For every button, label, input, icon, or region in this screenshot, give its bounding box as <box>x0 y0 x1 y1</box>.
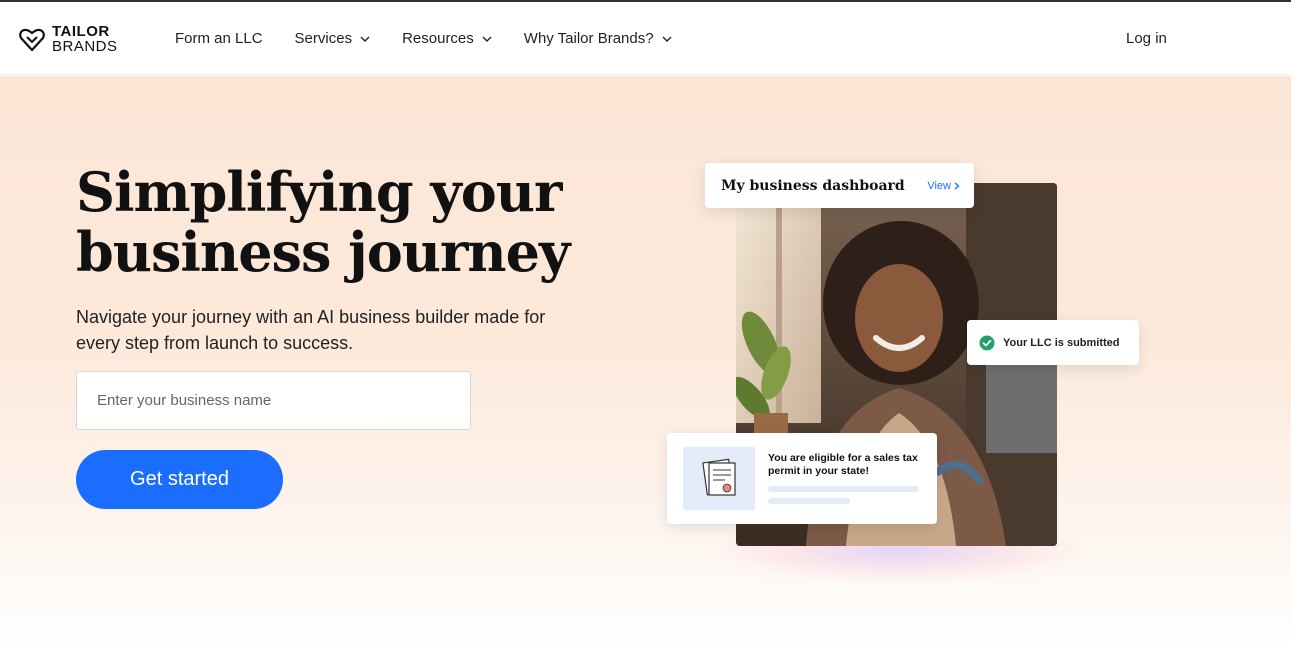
llc-status-text: Your LLC is submitted <box>1003 336 1120 349</box>
main-nav: Form an LLC Services Resources Why Tailo… <box>175 2 672 75</box>
chevron-right-icon <box>954 182 960 189</box>
dashboard-card: My business dashboard View <box>705 163 974 208</box>
nav-label: Services <box>294 30 353 47</box>
heart-logo-icon <box>19 28 45 52</box>
dashboard-title: My business dashboard <box>721 177 905 194</box>
dashboard-view-link[interactable]: View <box>927 180 960 192</box>
tax-permit-card: You are eligible for a sales tax permit … <box>667 433 937 524</box>
get-started-button[interactable]: Get started <box>76 450 283 509</box>
chevron-down-icon <box>360 36 370 42</box>
hero-title: Simplifying your business journey <box>76 162 636 282</box>
tax-permit-text: You are eligible for a sales tax permit … <box>768 452 918 477</box>
chevron-down-icon <box>482 36 492 42</box>
llc-status-card: Your LLC is submitted <box>967 320 1139 365</box>
brand-logo[interactable]: TAILOR BRANDS <box>18 24 118 54</box>
certificate-icon-box <box>683 447 755 510</box>
placeholder-bar <box>768 498 850 504</box>
nav-item-resources[interactable]: Resources <box>402 30 492 47</box>
brand-line1: TAILOR <box>52 23 110 40</box>
hero-title-line2: business journey <box>76 220 570 284</box>
nav-item-form-llc[interactable]: Form an LLC <box>175 30 263 47</box>
hero-subtitle: Navigate your journey with an AI busines… <box>76 307 546 353</box>
site-header: TAILOR BRANDS Form an LLC Services Resou… <box>0 2 1291 75</box>
login-link[interactable]: Log in <box>1126 30 1167 47</box>
placeholder-bar <box>768 486 919 492</box>
nav-label: Form an LLC <box>175 30 263 47</box>
check-circle-icon <box>979 335 995 350</box>
view-label: View <box>927 179 951 192</box>
brand-line2: BRANDS <box>52 38 118 55</box>
hero-title-line1: Simplifying your <box>76 160 562 224</box>
chevron-down-icon <box>662 36 672 42</box>
nav-label: Resources <box>402 30 474 47</box>
nav-item-why-tailor-brands[interactable]: Why Tailor Brands? <box>524 30 672 47</box>
brand-name: TAILOR BRANDS <box>52 24 118 54</box>
nav-item-services[interactable]: Services <box>295 30 371 47</box>
nav-label: Why Tailor Brands? <box>523 30 654 47</box>
certificate-icon <box>702 458 736 496</box>
business-name-input[interactable] <box>76 371 471 430</box>
